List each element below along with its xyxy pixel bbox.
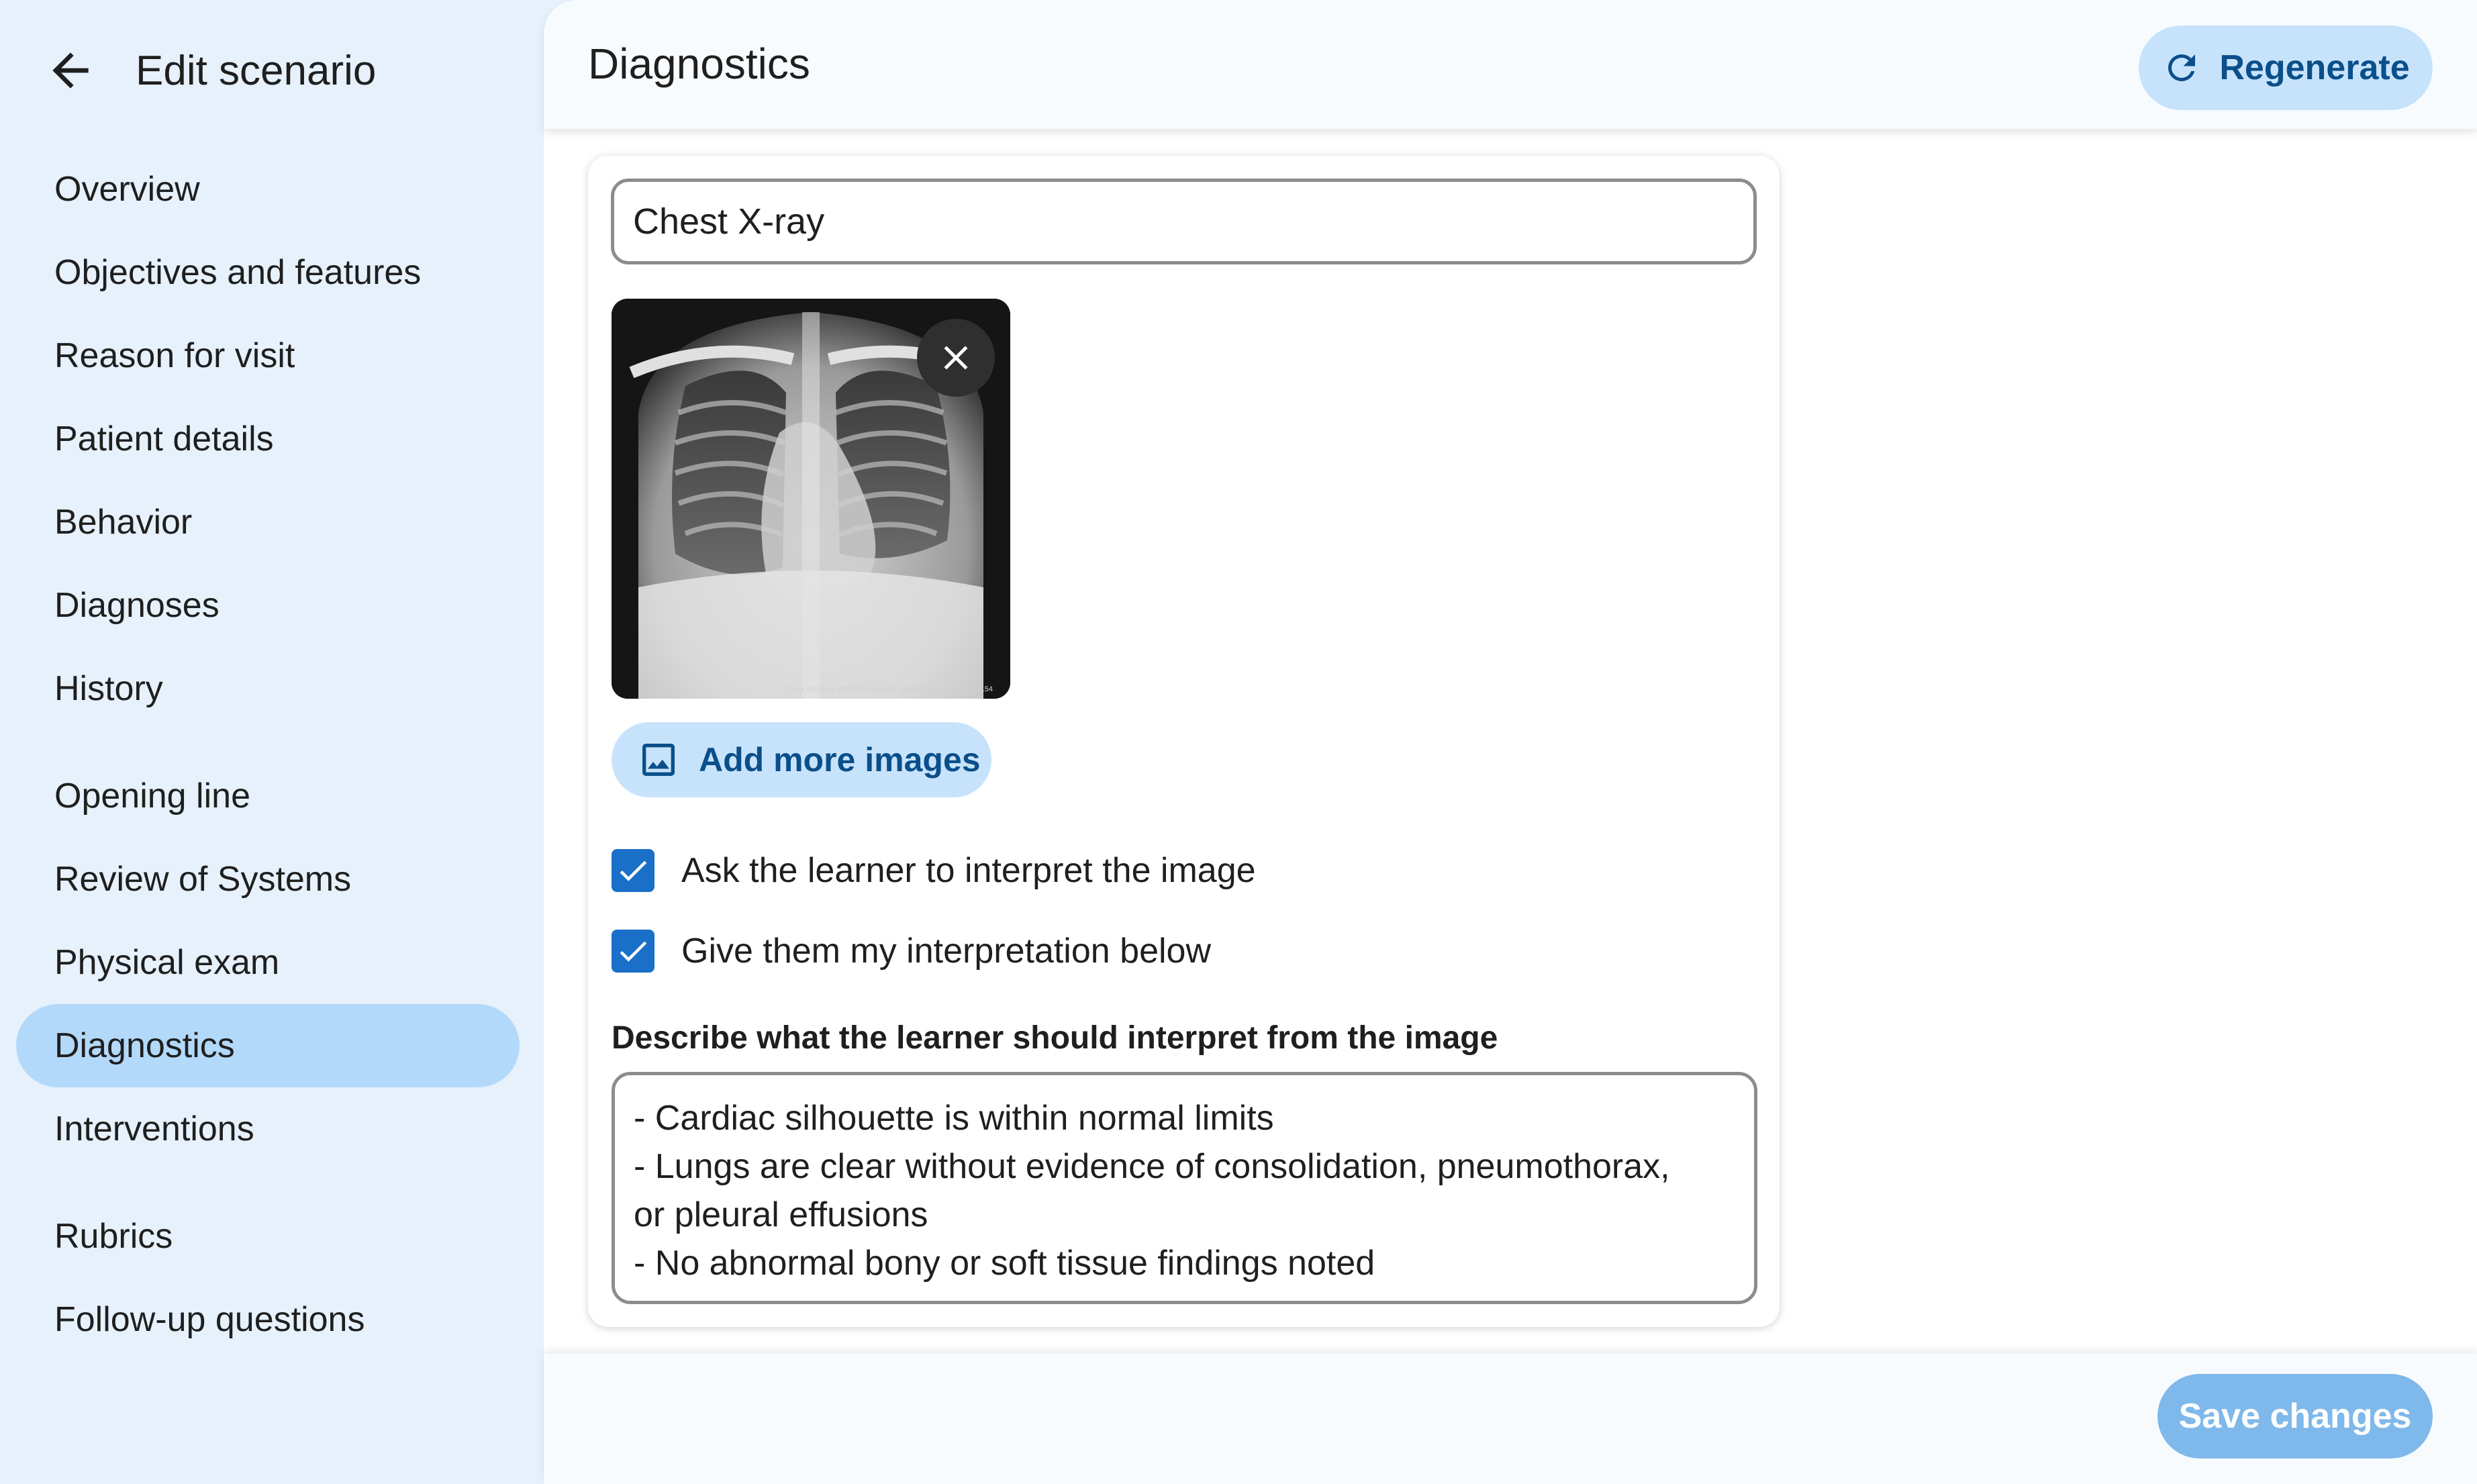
bottom-bar: Save changes xyxy=(544,1354,2477,1484)
back-button[interactable] xyxy=(40,40,101,101)
check-icon xyxy=(620,860,647,881)
sidebar-item-label: Opening line xyxy=(54,777,250,815)
sidebar-item-label: Overview xyxy=(54,170,200,209)
sidebar-item-label: Follow-up questions xyxy=(54,1300,365,1339)
sidebar-item-label: Diagnostics xyxy=(54,1026,235,1065)
sidebar-item-label: Interventions xyxy=(54,1109,254,1148)
sidebar-item-label: Behavior xyxy=(54,503,193,542)
sidebar-item-behavior[interactable]: Behavior xyxy=(16,481,520,564)
remove-image-button[interactable] xyxy=(917,319,995,397)
regenerate-label: Regenerate xyxy=(2219,48,2410,87)
sidebar-item-objectives[interactable]: Objectives and features xyxy=(16,231,520,314)
interpretation-line: - No abnormal bony or soft tissue findin… xyxy=(634,1244,1375,1283)
add-more-images-button[interactable]: Add more images xyxy=(612,722,991,797)
sidebar-item-label: Diagnoses xyxy=(54,586,220,625)
sidebar-title: Edit scenario xyxy=(136,47,377,94)
interpretation-line: - Lungs are clear without evidence of co… xyxy=(634,1147,1670,1186)
give-interpretation-checkbox-label: Give them my interpretation below xyxy=(681,932,1212,971)
page-title: Diagnostics xyxy=(588,40,810,88)
sidebar: Edit scenario Overview Objectives and fe… xyxy=(0,0,544,1484)
sidebar-item-label: Reason for visit xyxy=(54,336,295,375)
sidebar-item-label: Physical exam xyxy=(54,943,280,982)
interpret-checkbox-row: Ask the learner to interpret the image xyxy=(612,847,1256,894)
sidebar-item-rubrics[interactable]: Rubrics xyxy=(16,1195,520,1278)
sidebar-item-label: Rubrics xyxy=(54,1217,173,1256)
sidebar-item-review-of-systems[interactable]: Review of Systems xyxy=(16,838,520,921)
sidebar-item-label: Objectives and features xyxy=(54,253,422,292)
refresh-icon xyxy=(2168,54,2196,81)
save-changes-label: Save changes xyxy=(2178,1397,2412,1436)
sidebar-item-label: History xyxy=(54,669,163,708)
arrow-left-icon xyxy=(52,52,89,89)
main-panel: Diagnostics Regenerate Chest X-ray Case … xyxy=(544,0,2477,1484)
sidebar-item-patient-details[interactable]: Patient details xyxy=(16,397,520,481)
sidebar-item-label: Patient details xyxy=(54,419,274,458)
sidebar-item-overview[interactable]: Overview xyxy=(16,148,520,231)
interpretation-line: or pleural effusions xyxy=(634,1195,928,1234)
image-credit: Case courtesy of Kristen Askaner, Radiop… xyxy=(787,685,993,693)
interpretation-textarea[interactable]: - Cardiac silhouette is within normal li… xyxy=(612,1072,1757,1304)
sidebar-item-reason-for-visit[interactable]: Reason for visit xyxy=(16,314,520,397)
sidebar-item-history[interactable]: History xyxy=(16,647,520,730)
sidebar-item-opening-line[interactable]: Opening line xyxy=(16,754,520,838)
top-bar: Diagnostics Regenerate xyxy=(544,0,2477,129)
sidebar-item-diagnostics[interactable]: Diagnostics xyxy=(16,1004,520,1087)
sidebar-nav: Overview Objectives and features Reason … xyxy=(16,148,520,1361)
close-icon xyxy=(944,346,968,370)
sidebar-item-label: Review of Systems xyxy=(54,860,352,899)
description-label: Describe what the learner should interpr… xyxy=(612,1020,1498,1056)
app: Edit scenario Overview Objectives and fe… xyxy=(0,0,2477,1484)
sidebar-header: Edit scenario xyxy=(40,37,376,104)
interpretation-line: - Cardiac silhouette is within normal li… xyxy=(634,1099,1274,1138)
check-icon xyxy=(620,941,647,962)
sidebar-item-follow-up-questions[interactable]: Follow-up questions xyxy=(16,1278,520,1361)
interpret-checkbox[interactable] xyxy=(612,849,654,892)
sidebar-item-diagnoses[interactable]: Diagnoses xyxy=(16,564,520,647)
test-name-input[interactable] xyxy=(611,179,1757,264)
give-interpretation-checkbox-row: Give them my interpretation below xyxy=(612,928,1211,975)
add-more-images-label: Add more images xyxy=(699,741,981,779)
sidebar-item-physical-exam[interactable]: Physical exam xyxy=(16,921,520,1004)
diagnostic-card: Case courtesy of Kristen Askaner, Radiop… xyxy=(588,156,1780,1327)
xray-image: Case courtesy of Kristen Askaner, Radiop… xyxy=(612,299,1010,699)
regenerate-button[interactable]: Regenerate xyxy=(2139,26,2433,110)
give-interpretation-checkbox[interactable] xyxy=(612,930,654,973)
image-icon xyxy=(642,744,675,776)
save-changes-button[interactable]: Save changes xyxy=(2157,1374,2433,1458)
sidebar-item-interventions[interactable]: Interventions xyxy=(16,1087,520,1171)
interpret-checkbox-label: Ask the learner to interpret the image xyxy=(681,851,1256,890)
